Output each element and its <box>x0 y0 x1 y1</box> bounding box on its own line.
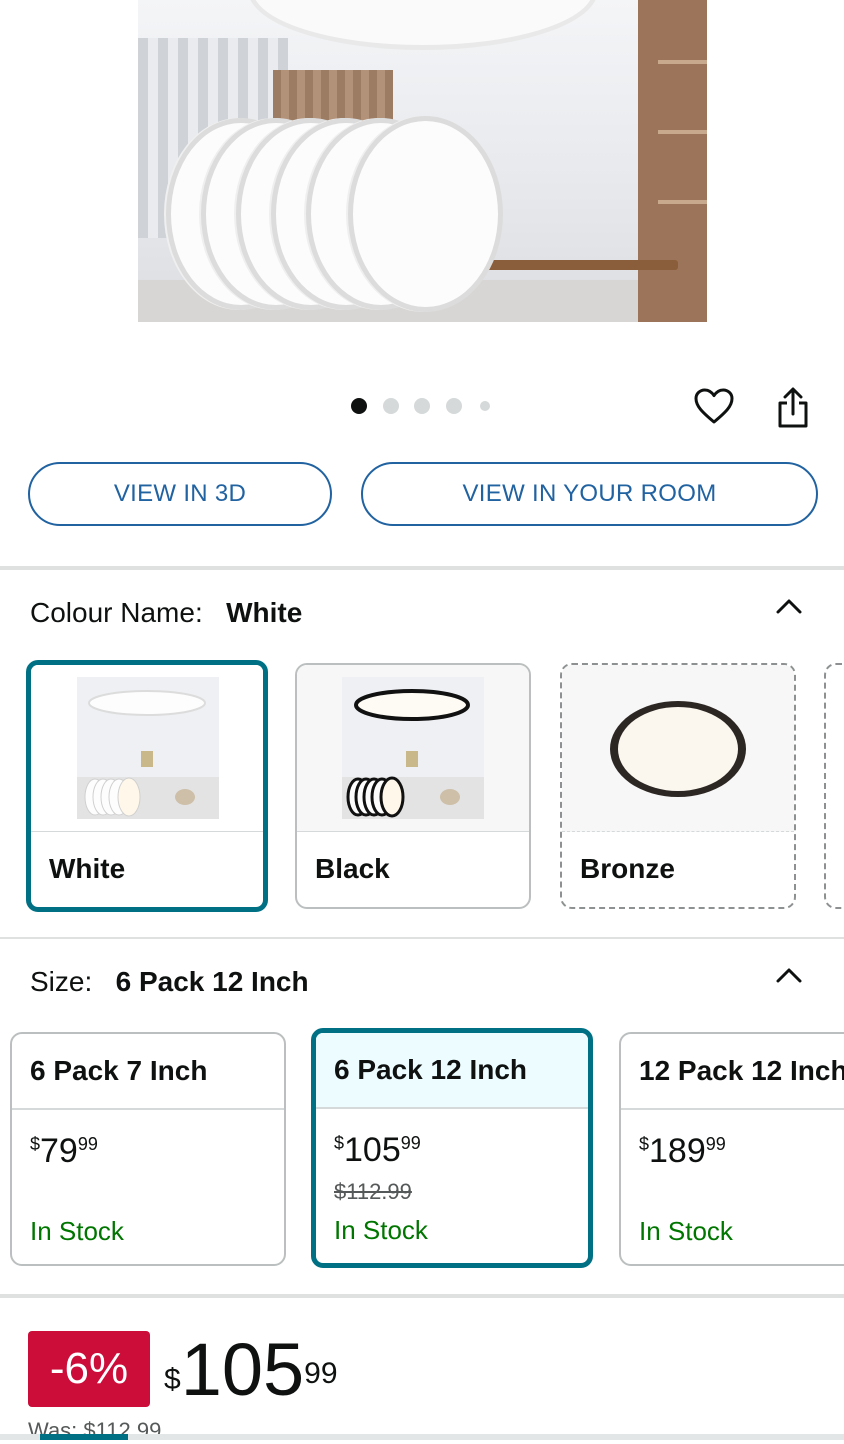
size-option-was-price: $112.99 <box>334 1179 412 1204</box>
size-option-label: 6 Pack 7 Inch <box>12 1034 284 1110</box>
view-in-your-room-button[interactable]: VIEW IN YOUR ROOM <box>361 462 818 526</box>
image-pager-dot[interactable] <box>480 401 490 411</box>
size-option-label: 12 Pack 12 Inch <box>621 1034 844 1110</box>
colour-option-white[interactable]: White <box>26 660 268 912</box>
colour-label: Colour Name: <box>30 597 203 628</box>
colour-option-label: White <box>49 853 126 884</box>
list-price: Was: $112.99 <box>28 1418 162 1443</box>
size-collapse-button[interactable] <box>770 957 808 993</box>
size-selected-value: 6 Pack 12 Inch <box>115 966 309 997</box>
colour-thumbnail <box>31 665 263 832</box>
size-option-12-pack-12-inch[interactable]: 12 Pack 12 Inch $18999 In Stock <box>619 1032 844 1266</box>
colour-label-row: Colour Name: White <box>30 597 302 629</box>
discount-badge: -6% <box>28 1331 150 1407</box>
colour-option-label: Bronze <box>580 853 675 884</box>
colour-option-bronze[interactable]: Bronze <box>560 663 796 909</box>
size-option-stock: In Stock <box>30 1216 124 1246</box>
chevron-up-icon <box>776 599 802 614</box>
bottom-progress-fill <box>40 1434 128 1440</box>
bottom-progress-bar <box>0 1434 844 1440</box>
colour-selected-value: White <box>226 597 303 628</box>
size-option-6-pack-12-inch[interactable]: 6 Pack 12 Inch $10599 $112.99 In Stock <box>311 1028 593 1268</box>
size-option-stock: In Stock <box>639 1216 733 1246</box>
product-image[interactable] <box>138 0 707 322</box>
colour-thumbnail <box>562 665 794 832</box>
section-divider <box>0 566 844 570</box>
size-option-price: $10599 <box>334 1131 421 1169</box>
size-option-6-pack-7-inch[interactable]: 6 Pack 7 Inch $7999 In Stock <box>10 1032 286 1266</box>
size-label: Size: <box>30 966 93 997</box>
size-option-price: $7999 <box>30 1132 98 1170</box>
chevron-up-icon <box>776 968 802 983</box>
image-pager-dot-active[interactable] <box>351 398 367 414</box>
product-thumbnail-bronze <box>610 701 746 797</box>
product-thumbnail-black <box>342 677 484 819</box>
share-icon <box>778 387 808 428</box>
colour-option-black[interactable]: Black <box>295 663 531 909</box>
colour-option-more[interactable] <box>824 663 844 909</box>
image-pager-dot[interactable] <box>446 398 462 414</box>
size-option-label: 6 Pack 12 Inch <box>316 1033 588 1109</box>
image-pager-dot[interactable] <box>414 398 430 414</box>
size-option-price: $18999 <box>639 1132 726 1170</box>
view-in-3d-button[interactable]: VIEW IN 3D <box>28 462 332 526</box>
current-price: $10599 <box>164 1328 338 1411</box>
size-label-row: Size: 6 Pack 12 Inch <box>30 966 309 998</box>
share-button[interactable] <box>770 384 816 432</box>
colour-thumbnail <box>297 665 529 832</box>
section-divider <box>0 937 844 939</box>
section-divider <box>0 1294 844 1298</box>
size-option-stock: In Stock <box>334 1215 428 1245</box>
product-thumbnail-white <box>77 677 219 819</box>
colour-collapse-button[interactable] <box>770 588 808 624</box>
image-pager-dot[interactable] <box>383 398 399 414</box>
wishlist-button[interactable] <box>690 382 738 430</box>
heart-icon <box>694 388 734 424</box>
colour-option-label: Black <box>315 853 390 884</box>
